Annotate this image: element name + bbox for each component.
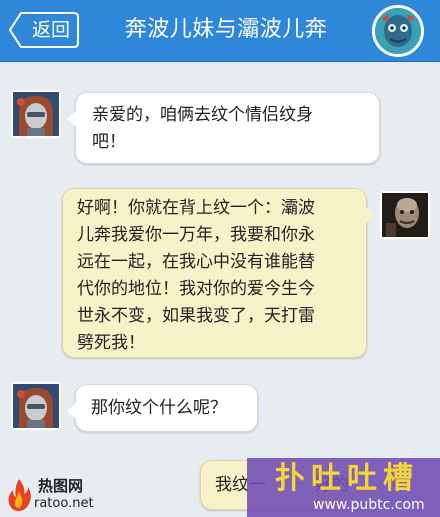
watermark-pubtc: 扑吐吐槽 www.pubtc.com xyxy=(247,458,440,517)
message-text: 好啊！你就在背上纹一个：灞波 儿奔我爱你一万年，我要和你永 远在一起，在我心中没… xyxy=(77,195,315,357)
female-robot-avatar-icon xyxy=(13,92,59,136)
watermark-url: www.pubtc.com xyxy=(313,497,425,513)
message-bubble-incoming[interactable]: 那你纹个什么呢？ xyxy=(67,384,258,432)
message-line: 儿奔我爱你一万年，我要和你永 xyxy=(77,225,315,245)
bubble-tail xyxy=(67,111,76,127)
message-line: 代你的地位！我对你的爱今生今 xyxy=(77,279,315,299)
bubble-tail xyxy=(366,207,375,223)
watermark-title: 扑吐吐槽 xyxy=(275,461,419,496)
chat-header: 返回 奔波儿妹与灞波儿奔 xyxy=(0,0,440,62)
bubble-tail xyxy=(67,403,76,419)
message-line: 亲爱的，咱俩去纹个情侣纹身 xyxy=(92,105,313,125)
message-line: 世永不变，如果我变了，天打雷 xyxy=(77,306,315,326)
back-button[interactable]: 返回 xyxy=(8,11,80,49)
message-text: 亲爱的，咱俩去纹个情侣纹身 吧！ xyxy=(92,102,313,156)
watermark-url: ratoo.net xyxy=(34,496,94,511)
sender-avatar[interactable] xyxy=(11,382,61,430)
page-title: 奔波儿妹与灞波儿奔 xyxy=(124,17,328,42)
back-label: 返回 xyxy=(32,19,71,41)
message-bubble-outgoing[interactable]: 好啊！你就在背上纹一个：灞波 儿奔我爱你一万年，我要和你永 远在一起，在我心中没… xyxy=(62,188,375,358)
sender-avatar[interactable] xyxy=(11,90,61,138)
bald-monster-avatar-icon xyxy=(382,193,428,237)
message-text: 那你纹个什么呢？ xyxy=(91,398,227,418)
female-robot-avatar-icon xyxy=(13,384,59,428)
message-line: 远在一起，在我心中没有谁能替 xyxy=(77,252,315,272)
message-line: 吧！ xyxy=(92,132,126,152)
message-line: 劈死我！ xyxy=(77,333,145,353)
watermark-ratoo: 热图网 ratoo.net xyxy=(4,474,104,516)
message-bubble-incoming[interactable]: 亲爱的，咱俩去纹个情侣纹身 吧！ xyxy=(67,92,380,164)
message-line: 好啊！你就在背上纹一个：灞波 xyxy=(77,198,315,218)
flame-icon xyxy=(8,479,31,511)
watermark-name: 热图网 xyxy=(38,477,84,495)
sender-avatar[interactable] xyxy=(380,191,430,239)
blue-monster-icon xyxy=(375,8,421,54)
contact-avatar[interactable] xyxy=(372,5,424,57)
